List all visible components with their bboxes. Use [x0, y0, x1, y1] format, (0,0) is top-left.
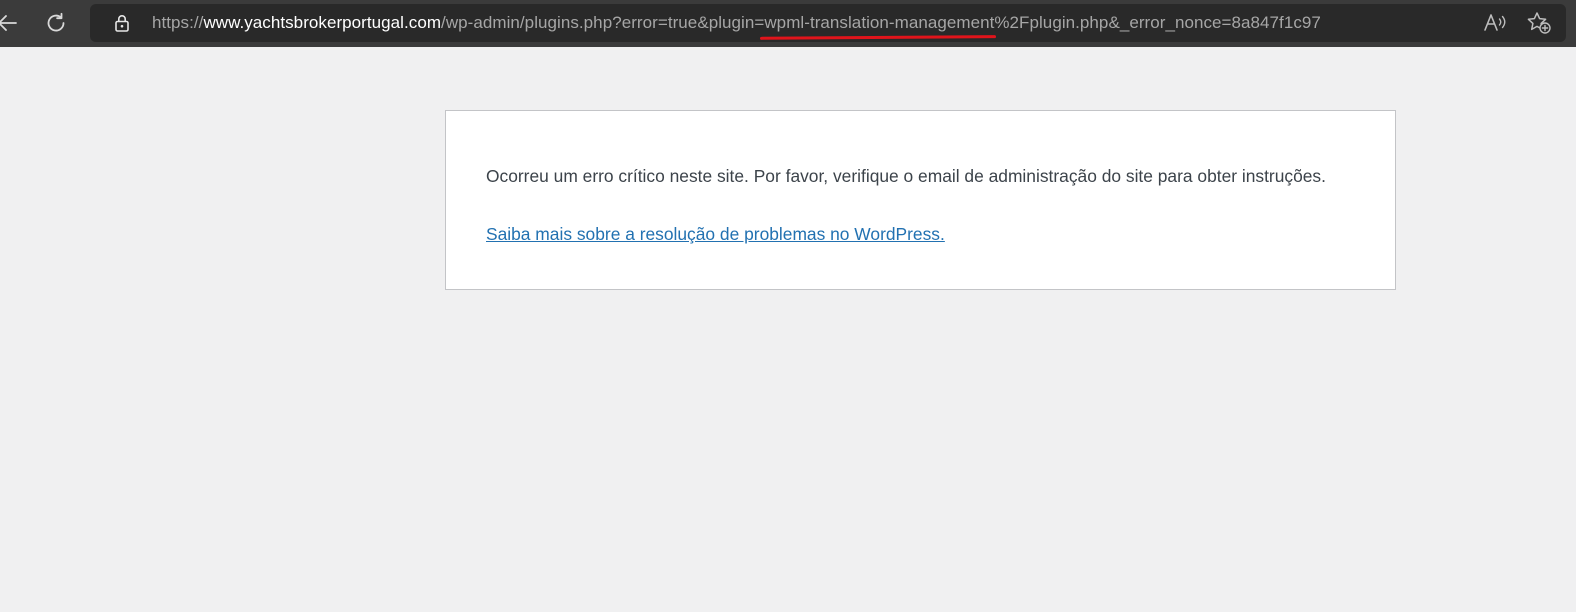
- url-path: /wp-admin/plugins.php?error=true&plugin=: [441, 13, 765, 32]
- arrow-left-icon: [0, 15, 17, 31]
- url-text[interactable]: https://www.yachtsbrokerportugal.com/wp-…: [152, 13, 1321, 33]
- url-host: www.yachtsbrokerportugal.com: [203, 13, 442, 32]
- star-add-icon[interactable]: [1526, 11, 1552, 35]
- read-aloud-icon[interactable]: [1483, 12, 1509, 34]
- browser-toolbar: https://www.yachtsbrokerportugal.com/wp-…: [0, 0, 1576, 47]
- reload-button[interactable]: [39, 6, 73, 40]
- url-query: %2Fplugin.php&_error_nonce=8a847f1c97: [994, 13, 1321, 32]
- error-message-box: Ocorreu um erro crítico neste site. Por …: [445, 110, 1396, 290]
- reload-icon: [47, 12, 65, 32]
- address-bar[interactable]: https://www.yachtsbrokerportugal.com/wp-…: [90, 4, 1566, 42]
- url-scheme: https://: [152, 13, 204, 32]
- wordpress-troubleshooting-link[interactable]: Saiba mais sobre a resolução de problema…: [486, 223, 945, 245]
- lock-icon[interactable]: [112, 13, 132, 33]
- critical-error-message: Ocorreu um erro crítico neste site. Por …: [486, 166, 1326, 186]
- url-plugin-underlined: wpml-translation-management: [764, 13, 995, 32]
- back-button[interactable]: [0, 6, 24, 40]
